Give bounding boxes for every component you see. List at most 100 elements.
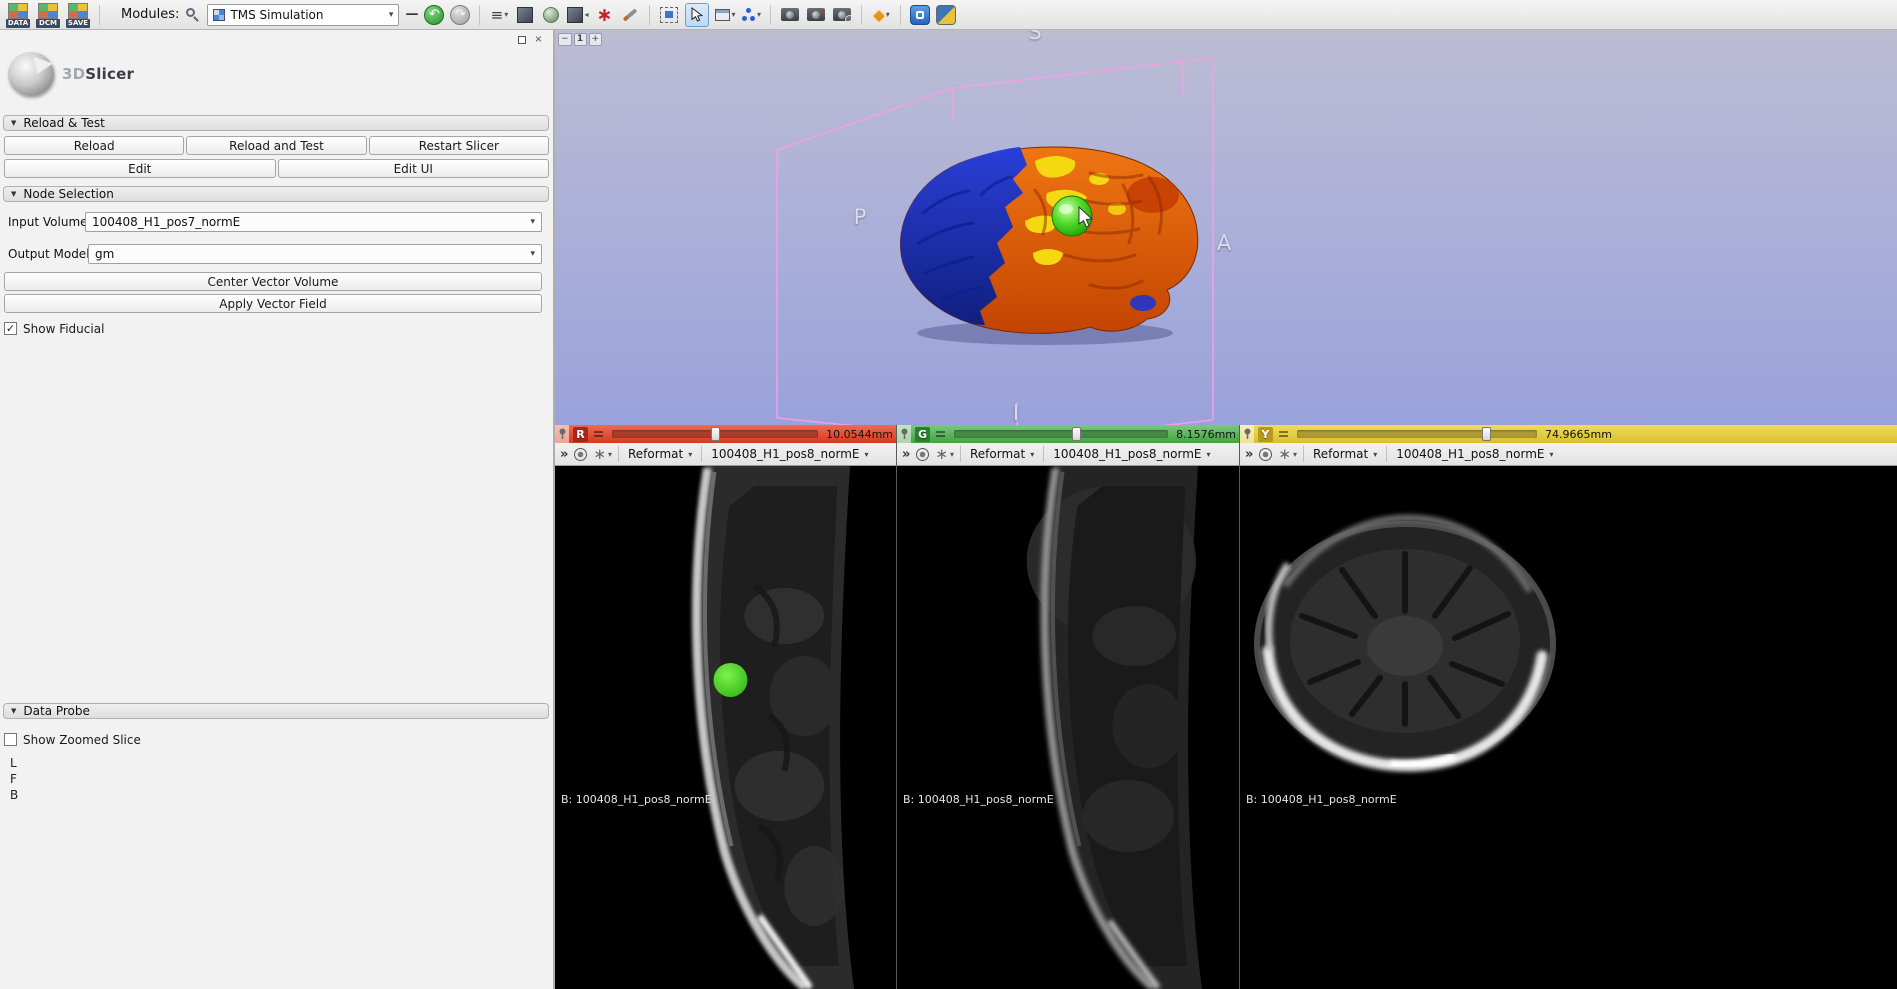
eject-module-icon[interactable]: — [405,7,418,22]
slice-offset-slider[interactable] [954,428,1168,440]
view-collapse-icon[interactable]: − [558,33,572,46]
slice-viewport-yellow[interactable]: B: 100408_H1_pos8_normE [1240,466,1897,989]
restart-slicer-button[interactable]: Restart Slicer [369,136,549,155]
crosshair-icon[interactable]: ◆▾ [871,4,891,26]
slice-controller-red: R 10.0544mm [555,425,896,443]
orientation-combobox[interactable]: Reformat▾ [625,447,695,461]
edit-ui-button[interactable]: Edit UI [278,159,550,178]
volume-combobox[interactable]: 100408_H1_pos8_normE▾ [1393,447,1556,461]
sagittal-slice-image [555,466,896,989]
slice-viewport-green[interactable]: B: 100408_H1_pos8_normE [897,466,1239,989]
reload-button[interactable]: Reload [4,136,184,155]
paint-brush-icon[interactable] [620,4,640,26]
capture-view-icon[interactable] [780,4,800,26]
more-options-icon[interactable]: » [560,447,568,462]
fiducial-dot[interactable] [714,663,748,697]
more-options-icon[interactable]: » [902,447,910,462]
slider-handle[interactable] [1482,427,1491,441]
edit-button[interactable]: Edit [4,159,276,178]
probe-row-b: B [10,788,18,802]
chevron-down-icon: ▾ [865,450,869,459]
toolbar-separator [618,446,619,462]
slider-track[interactable] [1297,430,1537,438]
module-selector-combobox[interactable]: TMS Simulation ▾ [207,4,399,26]
load-data-button[interactable]: DATA [6,2,30,28]
slider-handle[interactable] [711,427,720,441]
slice-letter-badge: Y [1258,427,1273,442]
apply-vector-field-button[interactable]: Apply Vector Field [4,294,542,313]
mouse-interaction-button[interactable] [685,3,709,27]
pin-icon[interactable] [555,425,569,443]
slice-options-icon[interactable]: ∗▾ [593,445,612,463]
slice-options-icon[interactable]: ∗▾ [1278,445,1297,463]
slice-offset-value[interactable]: 74.9665mm [1545,428,1612,441]
3d-viewport[interactable]: P A I S − 1 + [555,30,1897,425]
more-options-icon[interactable]: » [1245,447,1253,462]
section-data-probe[interactable]: ▼ Data Probe [3,703,549,719]
volume-combobox[interactable]: 100408_H1_pos8_normE▾ [708,447,871,461]
view-id-badge: 1 [574,33,587,46]
panel-undock-icon[interactable] [515,34,528,47]
extensions-icon[interactable] [936,4,956,26]
capture-slice-icon[interactable] [806,4,826,26]
python-interactor-icon[interactable] [910,4,930,26]
view-pin-icon[interactable]: + [589,33,603,46]
save-button[interactable]: SAVE [66,2,90,28]
slider-handle[interactable] [1072,427,1081,441]
brain-model[interactable] [885,135,1215,345]
screen-capture-icon[interactable] [659,4,679,26]
panel-close-icon[interactable]: × [532,34,545,47]
slice-offset-slider[interactable] [1297,428,1537,440]
axis-label-anterior: A [1217,231,1231,255]
fiducial-sphere[interactable] [1052,196,1092,236]
volume-combobox[interactable]: 100408_H1_pos8_normE▾ [1050,447,1213,461]
viewport-layout-icon[interactable]: ▾ [715,4,735,26]
input-volume-combobox[interactable]: 100408_H1_pos7_normE ▾ [85,212,542,232]
pin-icon[interactable] [897,425,911,443]
dicom-label: DCM [36,19,60,28]
axis-label-superior: S [1028,30,1041,44]
slice-menu-icon[interactable] [592,429,604,439]
slice-controller-yellow: Y 74.9665mm [1240,425,1897,443]
center-vector-volume-button[interactable]: Center Vector Volume [4,272,542,291]
slice-visibility-icon[interactable] [1259,448,1272,461]
history-forward-button[interactable]: ↷ [450,5,470,25]
show-zoomed-slice-checkbox[interactable] [4,733,17,746]
slice-options-icon[interactable]: ∗▾ [935,445,954,463]
pin-icon[interactable] [1240,425,1254,443]
slice-viewport-red[interactable]: B: 100408_H1_pos8_normE [555,466,896,989]
extensions-manager-icon[interactable] [541,4,561,26]
module-search-icon[interactable] [185,7,201,23]
output-model-combobox[interactable]: gm ▾ [88,244,542,264]
slice-visibility-icon[interactable] [916,448,929,461]
slice-offset-value[interactable]: 10.0544mm [826,428,893,441]
slice-offset-value[interactable]: 8.1576mm [1176,428,1236,441]
sagittal-slice-image [897,466,1239,989]
chevron-down-icon: ▾ [504,10,508,19]
dicom-icon [38,3,58,19]
slice-offset-slider[interactable] [612,428,818,440]
toolbar-separator [960,446,961,462]
slice-menu-icon[interactable] [1277,429,1289,439]
show-fiducial-checkbox[interactable]: ✓ [4,322,17,335]
installed-modules-icon[interactable] [515,4,535,26]
capture-zoom-icon[interactable] [832,4,852,26]
previous-module-icon[interactable]: ◂ [567,4,588,26]
slice-menu-icon[interactable] [934,429,946,439]
module-history-icon[interactable]: ≡▾ [489,4,509,26]
history-back-button[interactable]: ↶ [424,5,444,25]
section-node-selection[interactable]: ▼ Node Selection [3,186,549,202]
orientation-combobox[interactable]: Reformat▾ [1310,447,1380,461]
show-zoomed-slice-label: Show Zoomed Slice [23,733,141,747]
slice-letter-badge: R [573,427,588,442]
slice-visibility-icon[interactable] [574,448,587,461]
place-markups-icon[interactable]: ▾ [741,4,761,26]
module-selector-value: TMS Simulation [230,8,383,22]
orientation-combobox[interactable]: Reformat▾ [967,447,1037,461]
dicom-button[interactable]: DCM [36,2,60,28]
section-reload-test[interactable]: ▼ Reload & Test [3,115,549,131]
favorite-module-icon[interactable]: ∗ [594,4,614,26]
reload-and-test-button[interactable]: Reload and Test [186,136,366,155]
axis-label-inferior: I [1013,401,1019,425]
slider-track[interactable] [954,430,1168,438]
